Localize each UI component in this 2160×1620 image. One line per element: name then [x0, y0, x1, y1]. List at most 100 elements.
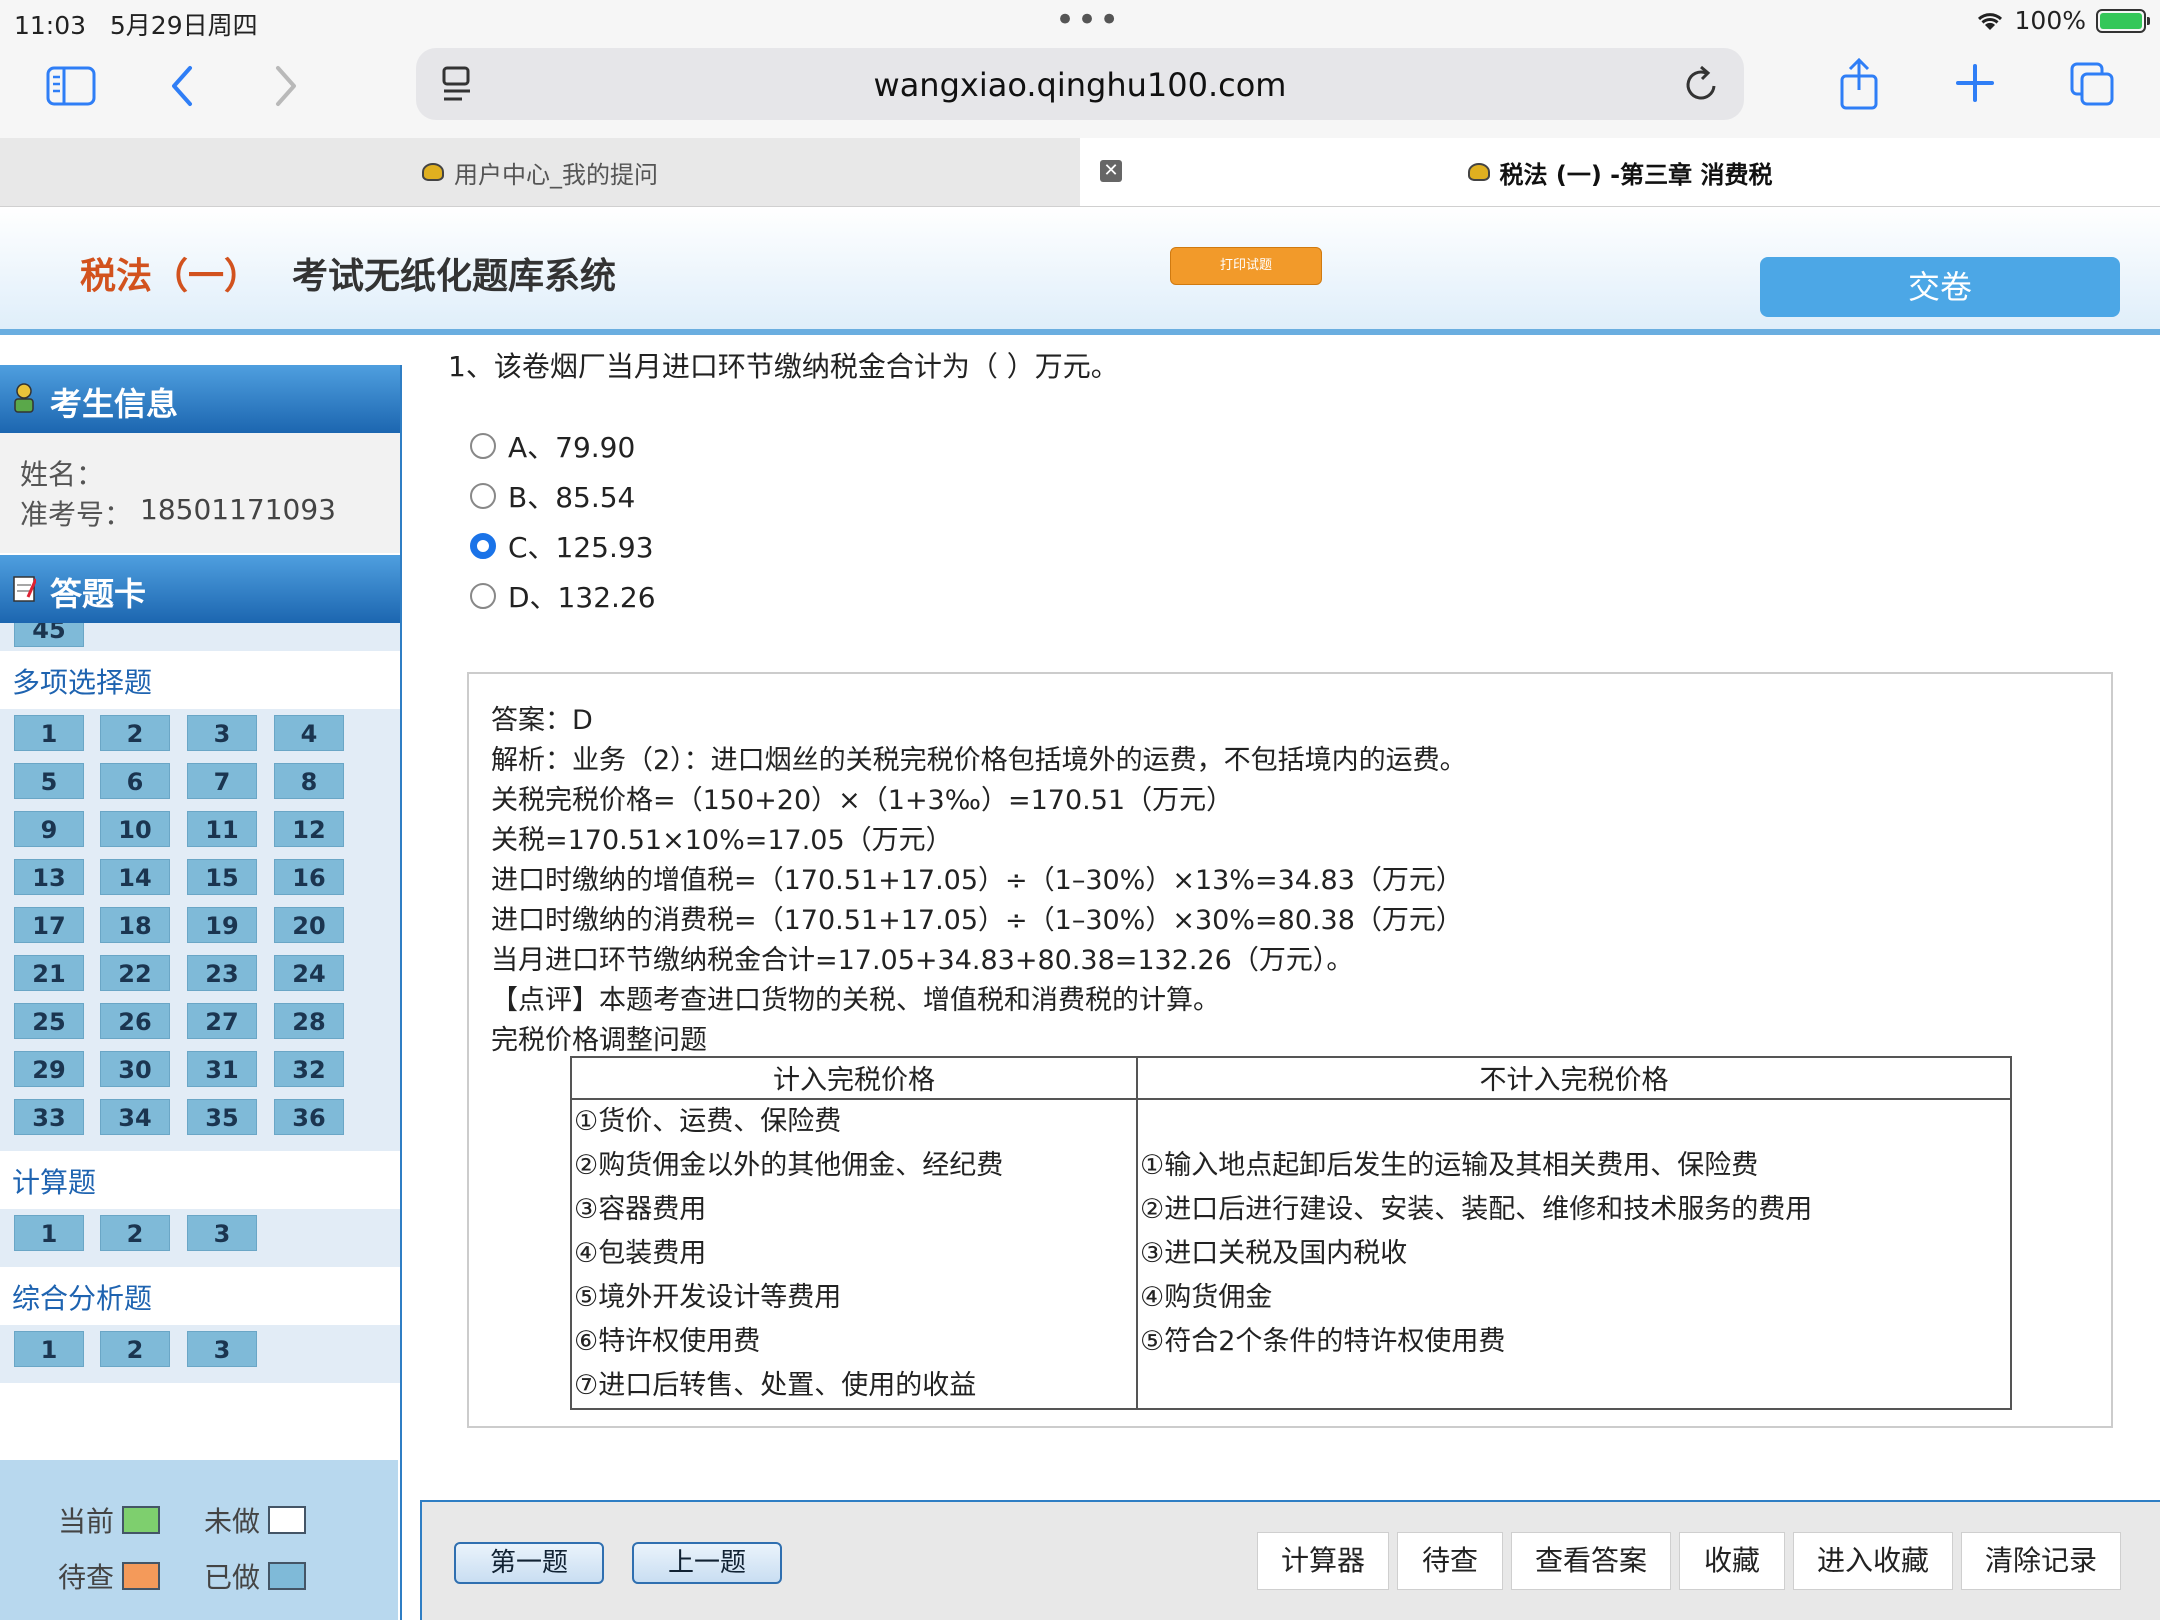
- answer-cell[interactable]: 35: [187, 1099, 257, 1135]
- legend-swatch: [268, 1562, 307, 1590]
- submit-exam-button[interactable]: 交卷: [1760, 257, 2120, 317]
- answer-cell[interactable]: 31: [187, 1051, 257, 1087]
- open-favorites-button[interactable]: 进入收藏: [1793, 1532, 1953, 1590]
- answer-cell[interactable]: 4: [274, 715, 344, 751]
- answer-cell[interactable]: 33: [14, 1099, 84, 1135]
- answer-section-title: 多项选择题: [0, 651, 400, 709]
- tab-tax-law-active[interactable]: 税法 (一) -第三章 消费税: [1080, 138, 2160, 206]
- answer-cell[interactable]: 10: [100, 811, 170, 847]
- answer-cell[interactable]: 26: [100, 1003, 170, 1039]
- answer-cell[interactable]: 1: [14, 1331, 84, 1367]
- explanation-line: 关税=170.51×10%=17.05（万元）: [491, 825, 953, 856]
- answer-cell[interactable]: 3: [187, 715, 257, 751]
- answer-cell[interactable]: 20: [274, 907, 344, 943]
- table-item: [1140, 1364, 2008, 1408]
- back-icon[interactable]: [168, 64, 196, 108]
- answer-cell[interactable]: 24: [274, 955, 344, 991]
- table-header: 不计入完税价格: [1136, 1056, 2012, 1100]
- answer-cell[interactable]: 3: [187, 1331, 257, 1367]
- tax-price-table: 计入完税价格 不计入完税价格 ①货价、运费、保险费 ②购货佣金以外的其他佣金、经纪…: [570, 1056, 2012, 1410]
- answer-cell[interactable]: 19: [187, 907, 257, 943]
- address-bar[interactable]: wangxiao.qinghu100.com: [416, 48, 1744, 120]
- answer-cell[interactable]: 28: [274, 1003, 344, 1039]
- answer-option[interactable]: D、132.26: [470, 576, 656, 616]
- share-icon[interactable]: [1836, 56, 1882, 112]
- print-button[interactable]: 打印试题: [1170, 247, 1322, 285]
- answer-cell[interactable]: 15: [187, 859, 257, 895]
- answer-cell[interactable]: 16: [274, 859, 344, 895]
- answer-cell[interactable]: 11: [187, 811, 257, 847]
- answer-option[interactable]: C、125.93: [470, 526, 654, 566]
- answer-cell[interactable]: 17: [14, 907, 84, 943]
- answer-cell[interactable]: 12: [274, 811, 344, 847]
- answer-cell[interactable]: 2: [100, 1215, 170, 1251]
- answer-cell[interactable]: 2: [100, 1331, 170, 1367]
- table-cell-excluded: ①输入地点起卸后发生的运输及其相关费用、保险费 ②进口后进行建设、安装、装配、维修…: [1136, 1098, 2012, 1410]
- answer-cell[interactable]: 6: [100, 763, 170, 799]
- answer-cell[interactable]: 9: [14, 811, 84, 847]
- explanation-line: 关税完税价格=（150+20）×（1+3‰）=170.51（万元）: [491, 785, 1234, 816]
- radio-button[interactable]: [470, 483, 496, 509]
- answer-cell[interactable]: 21: [14, 955, 84, 991]
- answer-option[interactable]: B、85.54: [470, 476, 635, 516]
- legend-item: 待查: [58, 1556, 161, 1596]
- answer-cell[interactable]: 45: [14, 623, 84, 647]
- reload-icon[interactable]: [1684, 64, 1720, 104]
- close-tab-icon[interactable]: ✕: [1100, 160, 1122, 182]
- table-item: [1140, 1100, 2008, 1144]
- answer-cell[interactable]: 2: [100, 715, 170, 751]
- radio-button[interactable]: [470, 533, 496, 559]
- system-title: 考试无纸化题库系统: [292, 256, 617, 297]
- tab-bar: 用户中心_我的提问 税法 (一) -第三章 消费税 ✕: [0, 138, 2160, 207]
- favorite-button[interactable]: 收藏: [1679, 1532, 1785, 1590]
- answer-cell[interactable]: 18: [100, 907, 170, 943]
- answer-cell[interactable]: 13: [14, 859, 84, 895]
- answer-cell[interactable]: 14: [100, 859, 170, 895]
- previous-question-button[interactable]: 上一题: [632, 1542, 782, 1584]
- answer-cell[interactable]: 36: [274, 1099, 344, 1135]
- explanation-line: 进口时缴纳的消费税=（170.51+17.05）÷（1–30%）×30%=80.…: [491, 905, 1463, 936]
- clear-records-button[interactable]: 清除记录: [1961, 1532, 2121, 1590]
- answer-cell[interactable]: 1: [14, 1215, 84, 1251]
- first-question-button[interactable]: 第一题: [454, 1542, 604, 1584]
- answer-option[interactable]: A、79.90: [470, 426, 635, 466]
- answer-cell[interactable]: 22: [100, 955, 170, 991]
- forward-icon[interactable]: [272, 64, 300, 108]
- answer-section-title: 计算题: [0, 1151, 400, 1209]
- id-value: 18501171093: [140, 493, 336, 526]
- candidate-info-header: 考生信息: [0, 365, 400, 433]
- answer-cell[interactable]: 8: [274, 763, 344, 799]
- multitask-dots-icon[interactable]: •••: [1055, 0, 1121, 40]
- answer-cell[interactable]: 5: [14, 763, 84, 799]
- answer-cell[interactable]: 23: [187, 955, 257, 991]
- view-answer-button[interactable]: 查看答案: [1511, 1532, 1671, 1590]
- answer-cell[interactable]: 25: [14, 1003, 84, 1039]
- answer-cell[interactable]: 3: [187, 1215, 257, 1251]
- answer-cell[interactable]: 30: [100, 1051, 170, 1087]
- site-favicon-icon: [422, 163, 444, 181]
- radio-button[interactable]: [470, 433, 496, 459]
- tabs-overview-icon[interactable]: [2068, 60, 2116, 108]
- explanation-line: 当月进口环节缴纳税金合计=17.05+34.83+80.38=132.26（万元…: [491, 945, 1354, 976]
- wifi-icon: [1977, 12, 2002, 30]
- new-tab-icon[interactable]: [1954, 62, 1996, 104]
- mark-review-button[interactable]: 待查: [1397, 1532, 1503, 1590]
- table-header: 计入完税价格: [570, 1056, 1138, 1100]
- answer-cell[interactable]: 29: [14, 1051, 84, 1087]
- answer-cell[interactable]: 27: [187, 1003, 257, 1039]
- url-text: wangxiao.qinghu100.com: [873, 66, 1287, 104]
- answer-cell[interactable]: 7: [187, 763, 257, 799]
- answer-cell[interactable]: 32: [274, 1051, 344, 1087]
- answer-cell[interactable]: 34: [100, 1099, 170, 1135]
- tab-user-center[interactable]: 用户中心_我的提问: [0, 138, 1080, 206]
- explanation-line: 进口时缴纳的增值税=（170.51+17.05）÷（1–30%）×13%=34.…: [491, 865, 1463, 896]
- answer-cell[interactable]: 1: [14, 715, 84, 751]
- answer-grid: 123: [0, 1209, 400, 1267]
- radio-button[interactable]: [470, 583, 496, 609]
- legend-swatch: [268, 1506, 307, 1534]
- sidebar-toggle-icon[interactable]: [46, 66, 96, 106]
- explanation-line: 解析：业务（2）：进口烟丝的关税完税价格包括境外的运费，不包括境内的运费。: [491, 745, 1467, 776]
- status-time: 11:03 5月29日周四: [14, 11, 258, 40]
- table-item: ③进口关税及国内税收: [1140, 1238, 1408, 1269]
- calculator-button[interactable]: 计算器: [1257, 1532, 1389, 1590]
